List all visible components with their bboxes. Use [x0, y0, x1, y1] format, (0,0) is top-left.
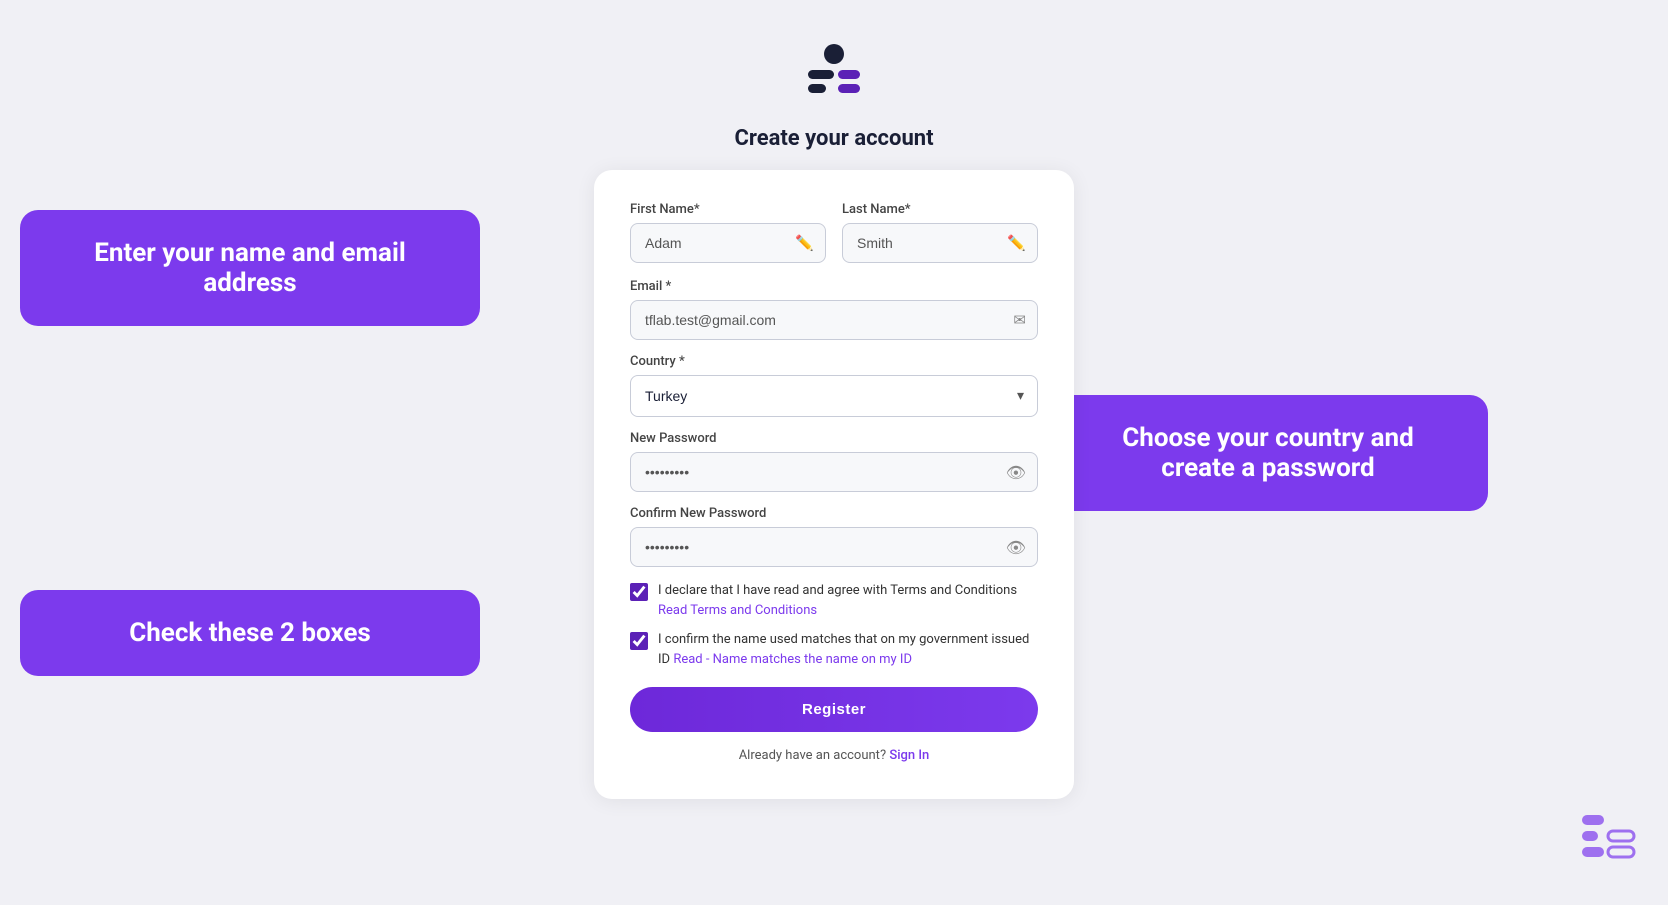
last-name-input[interactable]	[842, 223, 1038, 263]
new-password-group: New Password 👁	[630, 431, 1038, 492]
first-name-label: First Name*	[630, 202, 826, 217]
country-select[interactable]: Turkey United States United Kingdom Germ…	[630, 375, 1038, 417]
first-name-input-wrapper: ✏️	[630, 223, 826, 263]
annotation-check-boxes: Check these 2 boxes	[20, 590, 480, 676]
new-password-wrapper: 👁	[630, 452, 1038, 492]
new-password-input[interactable]	[630, 452, 1038, 492]
annotation-name-email: Enter your name and email address	[20, 210, 480, 326]
signin-prompt: Already have an account?	[739, 748, 886, 763]
show-confirm-password-icon[interactable]: 👁	[1006, 538, 1026, 557]
terms-checkbox-item: I declare that I have read and agree wit…	[630, 581, 1038, 620]
confirm-password-label: Confirm New Password	[630, 506, 1038, 521]
last-name-group: Last Name* ✏️	[842, 202, 1038, 263]
logo-area: Create your account	[0, 0, 1668, 151]
id-match-checkbox-item: I confirm the name used matches that on …	[630, 630, 1038, 669]
annotation-country-password: Choose your country and create a passwor…	[1048, 395, 1488, 511]
country-select-wrapper: Turkey United States United Kingdom Germ…	[630, 375, 1038, 417]
email-input[interactable]	[630, 300, 1038, 340]
id-match-link[interactable]: Read - Name matches the name on my ID	[673, 652, 912, 667]
show-password-icon[interactable]: 👁	[1006, 463, 1026, 482]
signin-row: Already have an account? Sign In	[630, 748, 1038, 763]
confirm-password-wrapper: 👁	[630, 527, 1038, 567]
checkbox-section: I declare that I have read and agree wit…	[630, 581, 1038, 669]
first-name-input[interactable]	[630, 223, 826, 263]
country-group: Country * Turkey United States United Ki…	[630, 354, 1038, 417]
terms-link[interactable]: Read Terms and Conditions	[658, 603, 817, 618]
email-group: Email * ✉	[630, 279, 1038, 340]
new-password-label: New Password	[630, 431, 1038, 446]
last-name-label: Last Name*	[842, 202, 1038, 217]
last-name-input-wrapper: ✏️	[842, 223, 1038, 263]
name-row: First Name* ✏️ Last Name* ✏️	[630, 202, 1038, 263]
terms-checkbox[interactable]	[630, 583, 648, 601]
register-button[interactable]: Register	[630, 687, 1038, 732]
app-logo	[794, 36, 874, 116]
terms-text: I declare that I have read and agree wit…	[658, 581, 1017, 620]
country-label: Country *	[630, 354, 1038, 369]
id-match-text: I confirm the name used matches that on …	[658, 630, 1038, 669]
registration-form: First Name* ✏️ Last Name* ✏️ Email * ✉ C…	[594, 170, 1074, 799]
confirm-password-input[interactable]	[630, 527, 1038, 567]
email-input-wrapper: ✉	[630, 300, 1038, 340]
email-label: Email *	[630, 279, 1038, 294]
bottom-right-logo-mark	[1578, 811, 1638, 875]
signin-link[interactable]: Sign In	[889, 748, 929, 763]
page-title: Create your account	[734, 126, 933, 151]
confirm-password-group: Confirm New Password 👁	[630, 506, 1038, 567]
id-match-checkbox[interactable]	[630, 632, 648, 650]
first-name-group: First Name* ✏️	[630, 202, 826, 263]
